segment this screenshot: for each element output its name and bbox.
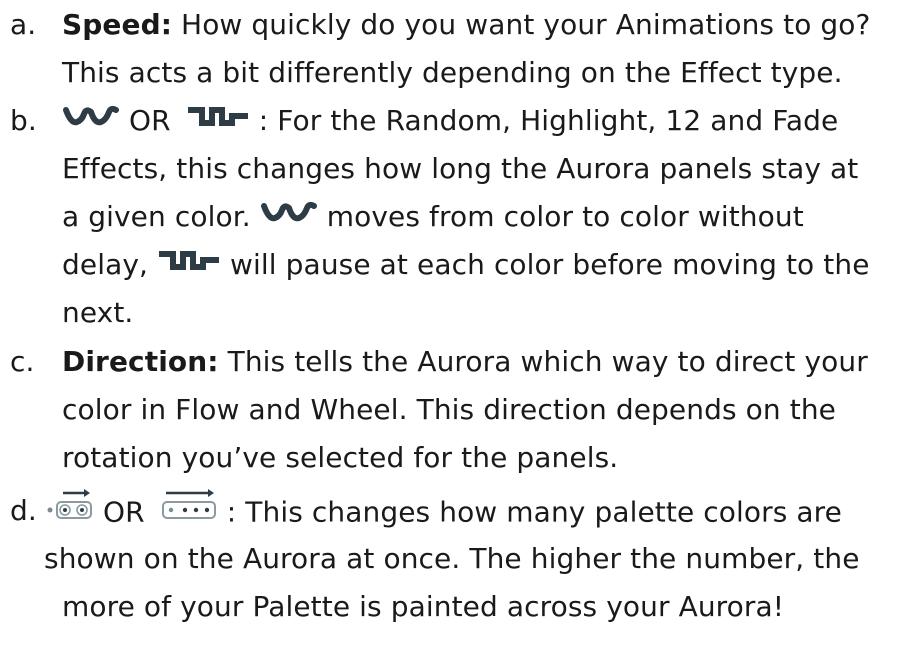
text-span: How quickly do you want your Animations …	[181, 8, 871, 41]
text-span: a given color.	[62, 200, 251, 233]
list-marker: b.	[10, 104, 37, 137]
list-line: OR : This changes how many palette color…	[44, 488, 843, 533]
list-line: a given color. moves from color to color…	[62, 197, 804, 237]
text-span: This acts a bit differently depending on…	[62, 56, 843, 89]
smooth-wave-icon	[260, 195, 318, 235]
text-span: Effects, this changes how long the Auror…	[62, 152, 859, 185]
list-line: rotation you’ve selected for the panels.	[62, 438, 618, 478]
text-span: color in Flow and Wheel. This direction …	[62, 393, 836, 426]
step-wave-icon	[186, 99, 250, 139]
list-marker: c.	[10, 345, 35, 378]
text-span: delay,	[62, 248, 149, 281]
term-label: Speed:	[62, 8, 173, 41]
text-span: : For the Random, Highlight, 12 and Fade	[258, 104, 839, 137]
text-span: more of your Palette is painted across y…	[62, 590, 785, 623]
smooth-wave-icon	[62, 99, 120, 139]
or-label: OR	[103, 495, 145, 529]
text-span: moves from color to color without	[326, 200, 804, 233]
text-span: next.	[62, 296, 134, 329]
list-marker: a.	[10, 8, 37, 41]
or-label: OR	[129, 104, 171, 137]
list-marker: d.	[10, 494, 37, 527]
step-wave-icon	[157, 243, 221, 283]
list-line: delay, will pause at each color before m…	[62, 245, 870, 285]
term-label: Direction:	[62, 345, 219, 378]
list-line: more of your Palette is painted across y…	[62, 587, 784, 627]
list-line: Direction: This tells the Aurora which w…	[62, 342, 868, 382]
list-line: This acts a bit differently depending on…	[62, 53, 843, 93]
text-span: rotation you’ve selected for the panels.	[62, 441, 619, 474]
text-span: shown on the Aurora at once. The higher …	[44, 542, 860, 575]
list-line: shown on the Aurora at once. The higher …	[44, 539, 860, 579]
list-line: Speed: How quickly do you want your Anim…	[62, 5, 871, 45]
text-span: : This changes how many palette colors a…	[226, 495, 843, 529]
list-line: color in Flow and Wheel. This direction …	[62, 390, 836, 430]
list-line: Effects, this changes how long the Auror…	[62, 149, 858, 189]
palette-large-group-icon	[160, 488, 218, 533]
list-line: OR : For the Random, Highlight, 12 and F…	[62, 101, 838, 141]
palette-small-group-icon	[44, 488, 94, 533]
text-span: will pause at each color before moving t…	[230, 248, 870, 281]
list-line: next.	[62, 293, 133, 333]
text-span: This tells the Aurora which way to direc…	[227, 345, 868, 378]
instruction-list: a. Speed: How quickly do you want your A…	[0, 0, 909, 648]
